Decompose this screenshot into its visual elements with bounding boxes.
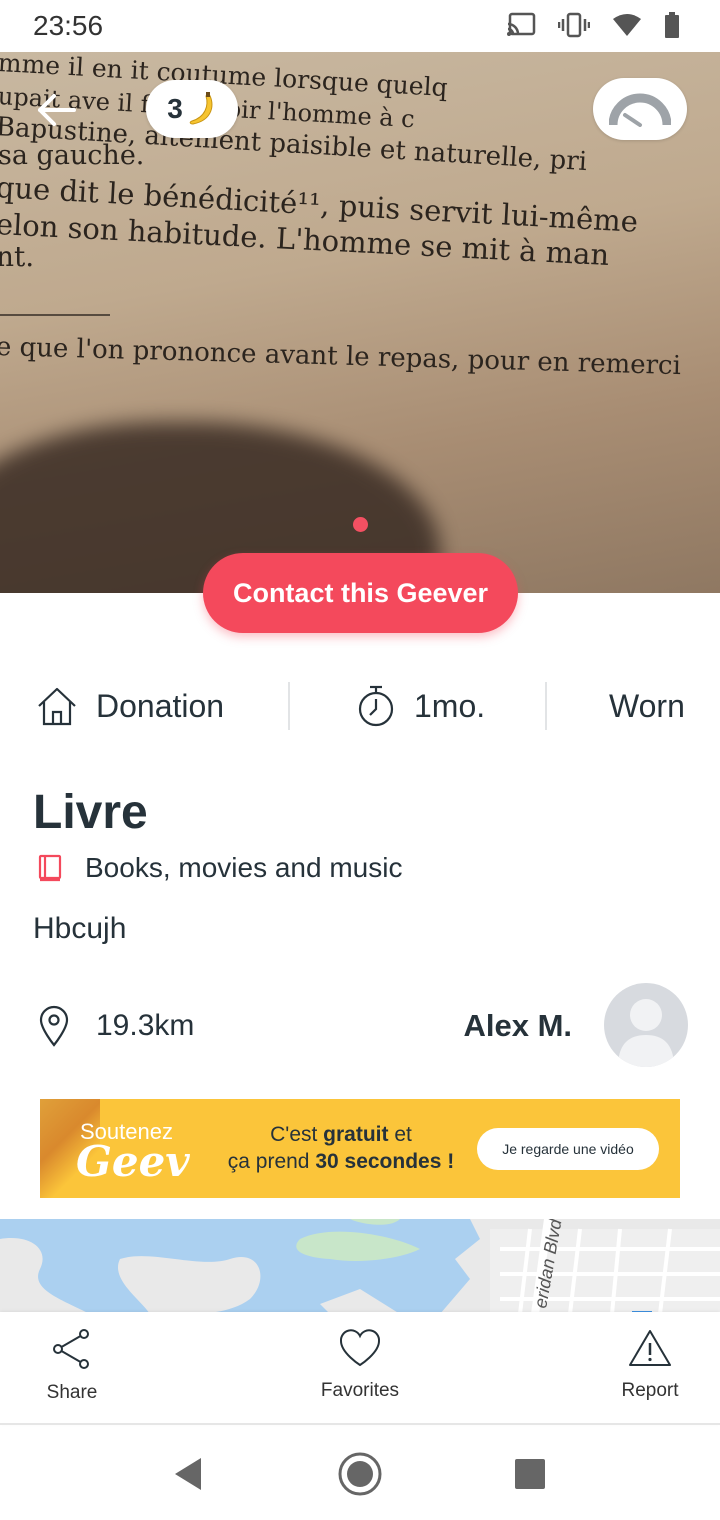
stopwatch-icon <box>358 685 394 727</box>
share-label: Share <box>46 1382 98 1403</box>
item-info-row: Donation 1mo. Worn <box>0 670 720 742</box>
page-text-line: nt. <box>0 240 35 273</box>
nav-back-button[interactable] <box>163 1449 213 1499</box>
donation-label: Donation <box>96 687 225 724</box>
page-footnote-rule <box>0 314 110 316</box>
user-silhouette-icon <box>618 999 674 1067</box>
page-text-line: e que l'on prononce avant le repas, pour… <box>0 332 682 382</box>
ad-text: ça prend <box>227 1150 316 1173</box>
report-button[interactable]: Report <box>580 1328 720 1402</box>
ad-text-bold: 30 secondes ! <box>315 1150 455 1173</box>
condition-gauge-button[interactable] <box>593 78 687 140</box>
posted-age-label: 1mo. <box>414 687 486 724</box>
nav-back-icon <box>175 1458 201 1490</box>
status-icons <box>506 12 680 38</box>
ad-message: C'est gratuit et ça prend 30 secondes ! <box>216 1121 466 1175</box>
item-location: 19.3km <box>38 1005 194 1047</box>
carousel-indicator <box>353 517 368 532</box>
nav-home-icon <box>338 1452 382 1496</box>
nav-home-button[interactable] <box>335 1449 385 1499</box>
map-graphic: eridan Blvd <box>0 1219 720 1314</box>
owner-name[interactable]: Alex M. <box>463 1008 572 1044</box>
vibrate-icon <box>558 12 590 38</box>
bananas-count: 3 <box>167 93 183 124</box>
contact-geever-button[interactable]: Contact this Geever <box>203 553 518 633</box>
condition-label: Worn <box>609 687 685 724</box>
watch-video-button[interactable]: Je regarde une vidéo <box>477 1128 659 1170</box>
battery-icon <box>665 12 679 38</box>
status-time: 23:56 <box>33 10 104 41</box>
share-button[interactable]: Share <box>2 1328 142 1404</box>
share-icon <box>53 1329 89 1369</box>
back-button[interactable] <box>34 88 78 132</box>
item-category: Books, movies and music <box>37 852 402 884</box>
back-arrow-icon <box>38 94 76 126</box>
home-icon <box>38 687 76 726</box>
gauge-icon <box>609 93 671 127</box>
ad-text: C'est <box>270 1123 324 1146</box>
report-label: Report <box>621 1380 679 1401</box>
geev-logo: Geev <box>76 1137 190 1186</box>
location-pin-icon <box>39 1005 69 1047</box>
favorites-button[interactable]: Favorites <box>290 1328 430 1402</box>
heart-icon <box>339 1329 381 1367</box>
info-divider <box>545 682 547 730</box>
distance-label: 19.3km <box>96 1009 195 1042</box>
item-title: Livre <box>33 786 148 839</box>
warning-icon <box>629 1330 671 1366</box>
ad-text-bold: gratuit <box>323 1123 389 1146</box>
info-divider <box>288 682 290 730</box>
donation-type: Donation <box>36 670 224 742</box>
status-bar: 23:56 <box>0 0 720 52</box>
location-map[interactable]: eridan Blvd <box>0 1219 720 1314</box>
page-text-line: sa gauche. <box>0 140 145 171</box>
owner-avatar[interactable] <box>604 983 688 1067</box>
ad-text: et <box>388 1123 412 1146</box>
item-description: Hbcujh <box>33 912 127 945</box>
wifi-icon <box>613 14 641 36</box>
item-condition: Worn <box>609 670 685 742</box>
nav-recents-button[interactable] <box>505 1449 555 1499</box>
category-label: Books, movies and music <box>85 852 403 883</box>
support-geev-banner[interactable]: Soutenez Geev C'est gratuit et ça prend … <box>40 1099 680 1198</box>
banana-icon <box>189 92 213 125</box>
nav-recents-icon <box>515 1459 545 1489</box>
favorites-label: Favorites <box>320 1380 400 1401</box>
book-icon <box>38 854 62 882</box>
posted-age: 1mo. <box>356 670 485 742</box>
cast-icon <box>507 12 536 36</box>
bananas-badge[interactable]: 3 <box>146 80 238 138</box>
action-bar: Share Favorites Report <box>0 1312 720 1425</box>
system-nav-bar <box>0 1427 720 1520</box>
